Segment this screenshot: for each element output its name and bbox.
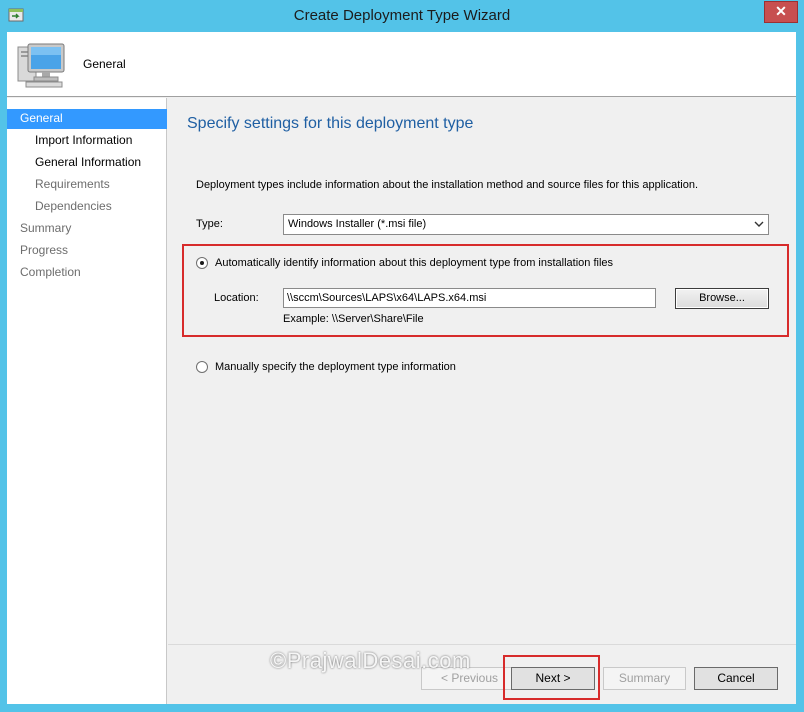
wizard-content: Specify settings for this deployment typ…	[168, 98, 796, 643]
page-heading: Specify settings for this deployment typ…	[187, 115, 474, 132]
close-icon: ✕	[775, 3, 787, 19]
step-dependencies[interactable]: Dependencies	[7, 197, 167, 217]
computer-icon	[17, 43, 65, 88]
wizard-client: General General Import Information Gener…	[7, 32, 796, 704]
header-title: General	[83, 57, 126, 71]
watermark: ©PrajwalDesai.com	[270, 648, 471, 673]
browse-button[interactable]: Browse...	[675, 288, 769, 309]
footer-divider	[168, 644, 796, 645]
manual-specify-label[interactable]: Manually specify the deployment type inf…	[215, 361, 456, 373]
close-button[interactable]: ✕	[764, 1, 798, 23]
wizard-header: General	[7, 32, 796, 97]
location-input[interactable]: \\sccm\Sources\LAPS\x64\LAPS.x64.msi	[283, 288, 656, 308]
manual-specify-radio[interactable]	[196, 361, 208, 373]
wizard-window: Create Deployment Type Wizard ✕ General …	[0, 0, 804, 712]
radio-selected-dot	[200, 261, 204, 265]
summary-button[interactable]: Summary	[603, 667, 686, 690]
auto-identify-label[interactable]: Automatically identify information about…	[215, 257, 613, 269]
location-example: Example: \\Server\Share\File	[283, 313, 424, 325]
type-select[interactable]: Windows Installer (*.msi file)	[283, 214, 769, 235]
step-general-information[interactable]: General Information	[7, 153, 167, 173]
step-requirements[interactable]: Requirements	[7, 175, 167, 195]
step-summary[interactable]: Summary	[7, 219, 167, 239]
type-select-value: Windows Installer (*.msi file)	[288, 218, 427, 230]
cancel-button[interactable]: Cancel	[694, 667, 778, 690]
auto-identify-radio[interactable]	[196, 257, 208, 269]
page-description: Deployment types include information abo…	[196, 179, 699, 191]
step-progress[interactable]: Progress	[7, 241, 167, 261]
title-bar[interactable]: Create Deployment Type Wizard ✕	[0, 0, 804, 32]
highlight-box-next	[503, 655, 600, 700]
step-general[interactable]: General	[7, 109, 167, 129]
step-import-information[interactable]: Import Information	[7, 131, 167, 151]
wizard-steps-sidebar: General Import Information General Infor…	[7, 98, 167, 704]
location-label: Location:	[214, 292, 259, 304]
window-title: Create Deployment Type Wizard	[293, 7, 511, 24]
chevron-down-icon	[754, 221, 764, 227]
step-completion[interactable]: Completion	[7, 263, 167, 283]
type-label: Type:	[196, 218, 223, 230]
